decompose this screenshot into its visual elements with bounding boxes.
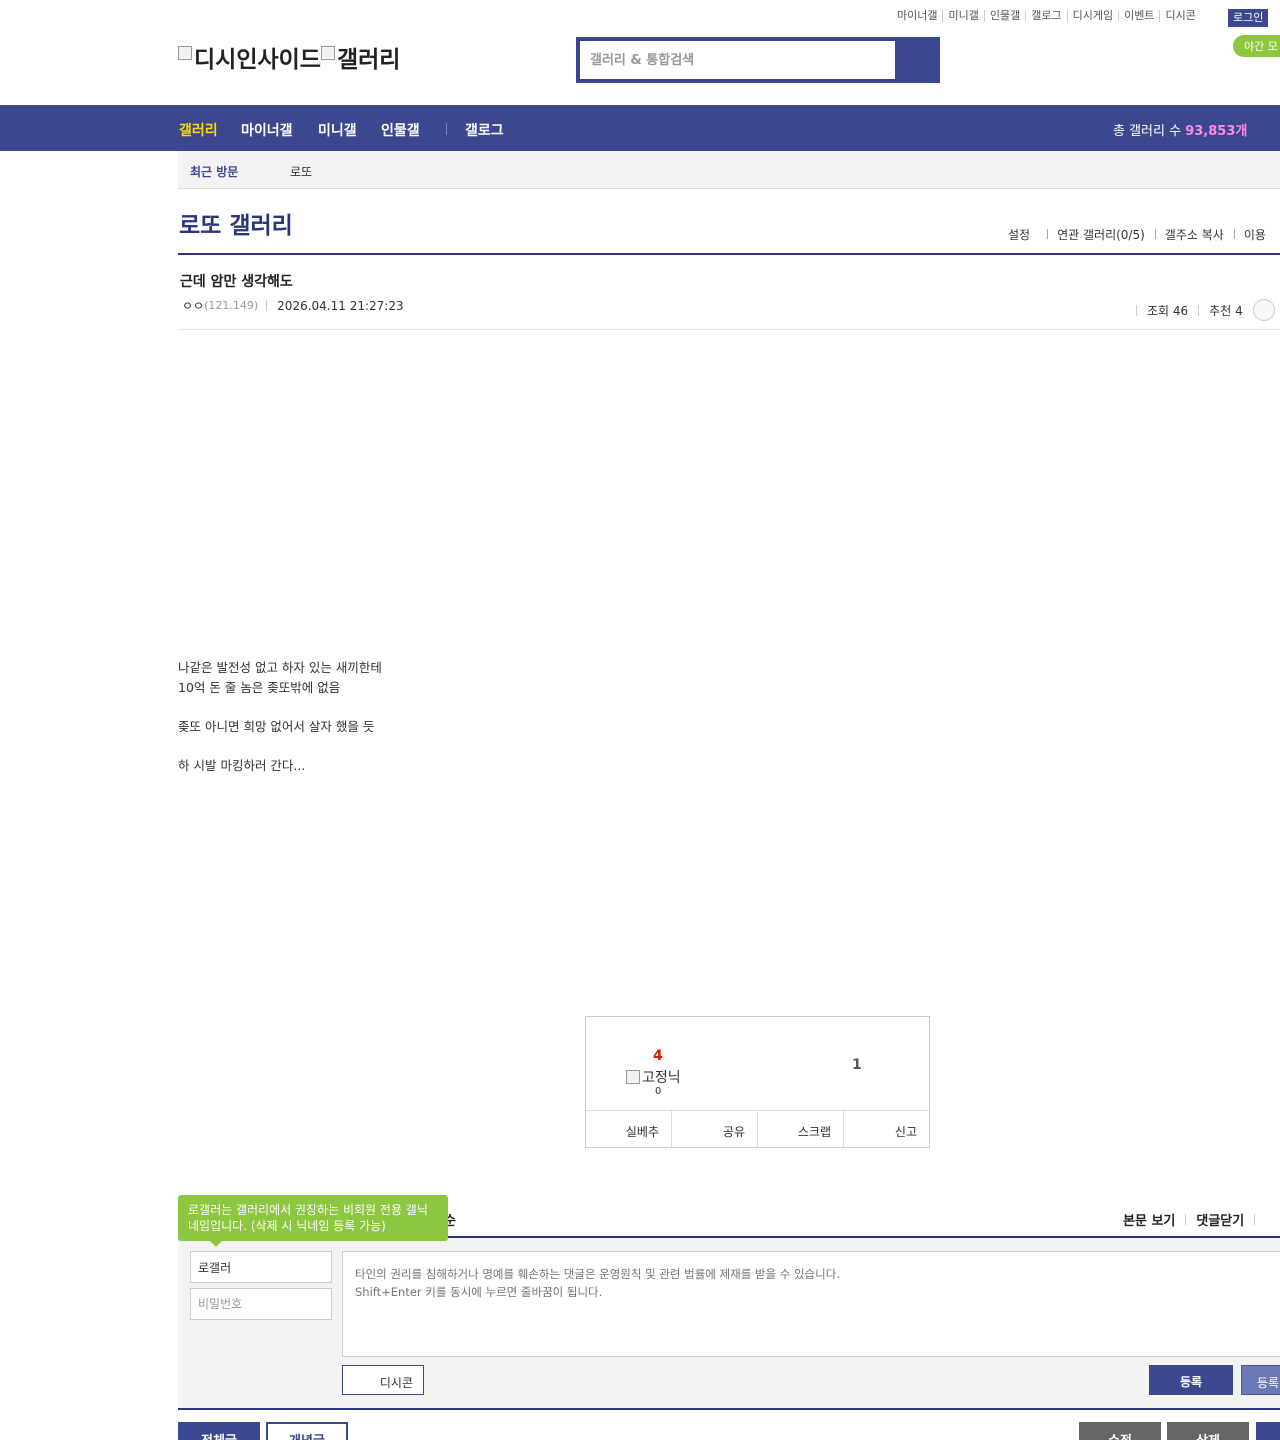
- nickname-input[interactable]: [190, 1251, 332, 1283]
- post-body-line: 10억 돈 줄 놈은 좆또밖에 없음: [178, 679, 341, 695]
- post-body: 나같은 발전성 없고 하자 있는 새끼한테 10억 돈 줄 놈은 좆또밖에 없음…: [178, 658, 382, 775]
- nav-mini-gallery[interactable]: 미니갤: [318, 120, 357, 140]
- top-link-dc-game[interactable]: 디시게임: [1068, 10, 1120, 22]
- nav-person-gallery[interactable]: 인물갤: [381, 120, 420, 140]
- post-recommends: 추천 4: [1209, 303, 1243, 318]
- broken-image-icon: [320, 46, 335, 60]
- nav-divider: [446, 123, 447, 135]
- link-divider: [1185, 1214, 1187, 1225]
- post-body-line: [178, 697, 382, 717]
- usage-link[interactable]: 이용: [1233, 226, 1276, 243]
- title-divider: [178, 253, 1280, 255]
- post-body-line: [178, 736, 382, 756]
- post-body-line: 하 시발 마킹하러 간다...: [178, 757, 306, 773]
- site-logo[interactable]: 디시인사이드 갤러리: [178, 40, 400, 74]
- post-views: 조회 46: [1147, 303, 1189, 318]
- total-gallery-count: 총 갤러리 수 93,853개: [1113, 120, 1247, 139]
- nav-gallog[interactable]: 갤로그: [465, 120, 504, 140]
- dccon-button[interactable]: 디시콘: [342, 1365, 424, 1395]
- post-meta: ㅇㅇ (121.149) 2026.04.11 21:27:23: [182, 297, 404, 314]
- edit-button[interactable]: 수정: [1079, 1422, 1161, 1440]
- recent-visits-label: 최근 방문: [190, 165, 239, 179]
- fixed-nick-count: 0: [655, 1086, 662, 1097]
- post-stats: 조회 46 추천 4: [1136, 299, 1275, 321]
- search-box: [576, 37, 940, 83]
- fixed-nick-recommend: 고정닉: [626, 1067, 681, 1087]
- top-link-person-gallery[interactable]: 인물갤: [985, 10, 1027, 22]
- recommend-actions: 실베추 공유 스크랩 신고: [586, 1110, 929, 1147]
- post-body-line: 나같은 발전성 없고 하자 있는 새끼한테: [178, 660, 382, 675]
- search-button[interactable]: [895, 41, 936, 79]
- bottom-divider: [178, 1408, 1280, 1410]
- recent-visits-bar: 최근 방문 로또: [178, 151, 1280, 189]
- meta-divider-line: [178, 329, 1280, 330]
- settings-link[interactable]: 설정: [1008, 226, 1047, 243]
- broken-image-icon: [178, 46, 192, 60]
- gallery-title-links: 설정 연관 갤러리(0/5) 갤주소 복사 이용: [1008, 226, 1276, 243]
- post-date: 2026.04.11 21:27:23: [277, 298, 404, 313]
- nav-minor-gallery[interactable]: 마이너갤: [241, 120, 293, 140]
- meta-divider: [266, 300, 268, 311]
- logo-alt-gallery: 갤러리: [336, 47, 401, 73]
- related-gallery-link[interactable]: 연관 갤러리(0/5): [1047, 226, 1155, 243]
- top-link-gallog[interactable]: 갤로그: [1026, 10, 1068, 22]
- recent-visit-item[interactable]: 로또: [290, 163, 312, 180]
- post-options-button[interactable]: [1252, 299, 1275, 321]
- top-link-event[interactable]: 이벤트: [1119, 10, 1161, 22]
- gallery-title[interactable]: 로또 갤러리: [179, 206, 293, 240]
- search-input[interactable]: [580, 41, 895, 79]
- top-link-dccon[interactable]: 디시콘: [1160, 10, 1200, 22]
- view-body-link[interactable]: 본문 보기: [1123, 1210, 1175, 1229]
- nickname-tooltip: 로갤러는 갤러리에서 권장하는 비회원 전용 갤닉네임입니다. (삭제 시 닉네…: [178, 1195, 448, 1247]
- login-button[interactable]: 로그인: [1228, 9, 1269, 27]
- write-button[interactable]: 글: [1256, 1422, 1280, 1440]
- link-divider: [1254, 1214, 1256, 1225]
- recommend-down-count: 1: [852, 1057, 862, 1073]
- top-link-mini-gallery[interactable]: 미니갤: [943, 10, 985, 22]
- share-button[interactable]: 공유: [672, 1111, 758, 1147]
- logo-alt-dcinside: 디시인사이드: [194, 47, 321, 73]
- total-gallery-label: 총 갤러리 수: [1113, 124, 1182, 139]
- copy-gallery-address-link[interactable]: 갤주소 복사: [1154, 226, 1234, 243]
- post-title: 근데 암만 생각해도: [180, 274, 293, 290]
- password-input[interactable]: [190, 1288, 332, 1320]
- close-comments-link[interactable]: 댓글닫기: [1196, 1210, 1244, 1229]
- post-author[interactable]: ㅇㅇ: [182, 297, 204, 314]
- top-link-minor-gallery[interactable]: 마이너갤: [892, 10, 944, 22]
- recommend-up-count: 4: [653, 1048, 663, 1064]
- concept-posts-button[interactable]: 개념글: [266, 1422, 348, 1440]
- best-recommend-button[interactable]: 실베추: [586, 1111, 672, 1147]
- stats-divider: [1136, 304, 1137, 316]
- fixed-nick-alt: 고정닉: [642, 1070, 681, 1086]
- night-mode-button[interactable]: 야간 모: [1233, 35, 1280, 57]
- main-navigation: 갤러리 마이너갤 미니갤 인물갤 갤로그 총 갤러리 수 93,853개: [0, 105, 1280, 151]
- nav-gallery[interactable]: 갤러리: [179, 120, 218, 140]
- scrap-button[interactable]: 스크랩: [758, 1111, 844, 1147]
- search-icon: [907, 51, 924, 68]
- all-posts-button[interactable]: 전체글: [178, 1422, 260, 1440]
- report-button[interactable]: 신고: [844, 1111, 929, 1147]
- delete-button[interactable]: 삭제: [1167, 1422, 1249, 1440]
- top-utility-links: 마이너갤 미니갤 인물갤 갤로그 디시게임 이벤트 디시콘: [892, 10, 1201, 22]
- comment-submit-button[interactable]: 등록: [1149, 1365, 1233, 1395]
- comment-submit-recaptcha-button[interactable]: 등록: [1241, 1365, 1280, 1395]
- comment-textarea[interactable]: [342, 1251, 1280, 1357]
- broken-image-icon: [626, 1070, 640, 1084]
- post-body-line: 좆또 아니면 희망 없어서 살자 했을 듯: [178, 718, 375, 734]
- total-gallery-value: 93,853개: [1185, 124, 1248, 139]
- stats-divider: [1198, 304, 1200, 316]
- post-author-ip: (121.149): [204, 299, 259, 312]
- recommend-box: 4 고정닉 0 1 실베추 공유 스크랩 신고: [585, 1016, 930, 1148]
- comment-header-links: 본문 보기 댓글닫기: [1123, 1210, 1265, 1229]
